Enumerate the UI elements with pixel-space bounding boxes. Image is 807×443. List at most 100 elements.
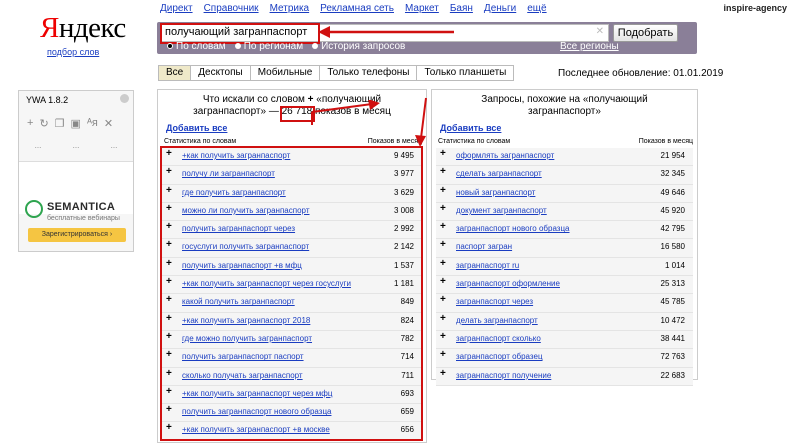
arrow-left-icon <box>318 26 454 38</box>
impressions-count: 32 345 <box>660 169 685 179</box>
tab-all[interactable]: Все <box>158 65 192 81</box>
phrase-link[interactable]: документ загранпаспорт <box>456 206 547 215</box>
plus-icon[interactable]: + <box>440 276 446 287</box>
radio-label: По словам <box>176 41 226 52</box>
logo-rest: ндекс <box>58 12 126 44</box>
radio-by-words[interactable]: По словам <box>167 41 226 52</box>
yandex-logo[interactable]: Яндекс <box>40 12 126 45</box>
plus-icon[interactable]: + <box>440 368 446 379</box>
table-row: + оформлять загранпаспорт 21 954 <box>436 148 693 167</box>
phrase-link[interactable]: загранпаспорт оформление <box>456 279 560 288</box>
phrase-link[interactable]: сделать загранпаспорт <box>456 169 542 178</box>
impressions-count: 22 683 <box>660 370 685 380</box>
plus-icon[interactable]: + <box>440 221 446 232</box>
radio-dot-icon <box>234 43 241 50</box>
right-rows: + оформлять загранпаспорт 21 954 + сделать з… <box>436 148 693 386</box>
plus-icon[interactable]: + <box>440 239 446 250</box>
phrase-link[interactable]: загранпаспорт получение <box>456 371 551 380</box>
refresh-icon[interactable]: ↻ <box>39 117 48 130</box>
tab-tablets[interactable]: Только планшеты <box>417 65 515 81</box>
tab-desktop[interactable]: Десктопы <box>191 65 251 81</box>
gear-icon[interactable] <box>120 94 129 103</box>
table-row: + новый загранпаспорт 49 646 <box>436 184 693 203</box>
last-update: Последнее обновление: 01.01.2019 <box>558 68 724 79</box>
radio-by-regions[interactable]: По регионам <box>234 41 304 52</box>
nav-link-market[interactable]: Маркет <box>405 3 439 14</box>
plus-icon[interactable]: + <box>440 203 446 214</box>
table-row: + загранпаспорт образец 72 763 <box>436 349 693 368</box>
plus-icon[interactable]: + <box>440 185 446 196</box>
search-mode-radios: По словам По регионам История запросов <box>167 41 405 52</box>
impressions-count: 10 472 <box>660 315 685 325</box>
column-header-count: Показов в месяц <box>367 138 422 145</box>
impressions-count: 49 646 <box>660 187 685 197</box>
phrase-link[interactable]: загранпаспорт образец <box>456 352 543 361</box>
radio-label: По регионам <box>243 41 304 52</box>
radio-dot-icon <box>312 43 319 50</box>
nav-link-money[interactable]: Деньги <box>484 3 516 14</box>
title-pre: Что искали со словом <box>202 94 305 105</box>
logo-subtitle-link[interactable]: подбор слов <box>47 47 99 57</box>
nav-link-more[interactable]: ещё <box>527 3 546 14</box>
arrow-down-icon <box>415 97 427 147</box>
impressions-count: 38 441 <box>660 333 685 343</box>
radio-label: История запросов <box>321 41 406 52</box>
radio-history[interactable]: История запросов <box>312 41 405 52</box>
register-button[interactable]: Зарегистрироваться › <box>28 228 126 242</box>
nav-link-metrika[interactable]: Метрика <box>270 3 310 14</box>
copy-icon[interactable]: ❐ <box>55 117 65 130</box>
column-header-stats: Статистика по словам <box>438 138 511 145</box>
column-header-count: Показов в месяц <box>638 138 693 145</box>
table-row: + загранпаспорт сколько 38 441 <box>436 330 693 350</box>
sort-icon[interactable]: ᴬᴙ <box>87 117 98 130</box>
plus-icon[interactable]: + <box>27 117 33 130</box>
impressions-count: 1 014 <box>664 260 685 270</box>
phrase-link[interactable]: загранпаспорт нового образца <box>456 224 570 233</box>
nav-link-adnet[interactable]: Рекламная сеть <box>320 3 394 14</box>
phrase-link[interactable]: загранпаспорт ru <box>456 261 519 270</box>
all-regions-link[interactable]: Все регионы <box>560 41 619 52</box>
phrase-link[interactable]: делать загранпаспорт <box>456 316 538 325</box>
plus-icon[interactable]: + <box>440 166 446 177</box>
semantica-subtitle: бесплатные вебинары <box>47 215 120 222</box>
plus-icon[interactable]: + <box>440 294 446 305</box>
phrase-link[interactable]: новый загранпаспорт <box>456 188 535 197</box>
nav-link-bayan[interactable]: Баян <box>450 3 473 14</box>
device-tabs: Все Десктопы Мобильные Только телефоны Т… <box>158 65 515 81</box>
save-icon[interactable]: ▣ <box>71 117 81 130</box>
impressions-count: 45 920 <box>660 205 685 215</box>
tab-mobile[interactable]: Мобильные <box>250 65 321 81</box>
phrase-link[interactable]: оформлять загранпаспорт <box>456 151 554 160</box>
table-row: + загранпаспорт получение 22 683 <box>436 367 693 386</box>
list-highlight-box <box>160 146 423 441</box>
impressions-count: 42 795 <box>660 224 685 234</box>
impressions-count: 21 954 <box>660 151 685 160</box>
logo-first-letter: Я <box>40 12 59 44</box>
plus-icon[interactable]: + <box>440 331 446 342</box>
plus-icon[interactable]: + <box>440 313 446 324</box>
nav-link-direct[interactable]: Директ <box>160 3 193 14</box>
phrase-link[interactable]: паспорт загран <box>456 242 512 251</box>
plus-icon[interactable]: + <box>440 148 446 159</box>
widget-toolbar: + ↻ ❐ ▣ ᴬᴙ ✕ <box>27 117 113 130</box>
table-row: + загранпаспорт оформление 25 313 <box>436 276 693 295</box>
plus-icon[interactable]: + <box>440 258 446 269</box>
add-all-link[interactable]: Добавить все <box>440 123 501 133</box>
table-row: + загранпаспорт нового образца 42 795 <box>436 221 693 240</box>
add-all-link[interactable]: Добавить все <box>166 123 227 133</box>
close-icon[interactable]: ✕ <box>104 117 113 130</box>
arrow-icon <box>311 100 380 125</box>
table-row: + загранпаспорт через 45 785 <box>436 294 693 313</box>
phrase-link[interactable]: загранпаспорт сколько <box>456 334 541 343</box>
column-header-stats: Статистика по словам <box>164 138 237 145</box>
impressions-count: 45 785 <box>660 297 685 307</box>
widget-title: YWA 1.8.2 <box>26 95 69 105</box>
tab-phones[interactable]: Только телефоны <box>320 65 418 81</box>
impressions-count: 25 313 <box>660 279 685 289</box>
plus-icon[interactable]: + <box>440 349 446 360</box>
impressions-count: 72 763 <box>660 352 685 362</box>
nav-link-help[interactable]: Справочник <box>204 3 259 14</box>
search-button[interactable]: Подобрать <box>613 24 678 42</box>
close-icon[interactable]: ✕ <box>596 26 604 37</box>
phrase-link[interactable]: загранпаспорт через <box>456 297 533 306</box>
